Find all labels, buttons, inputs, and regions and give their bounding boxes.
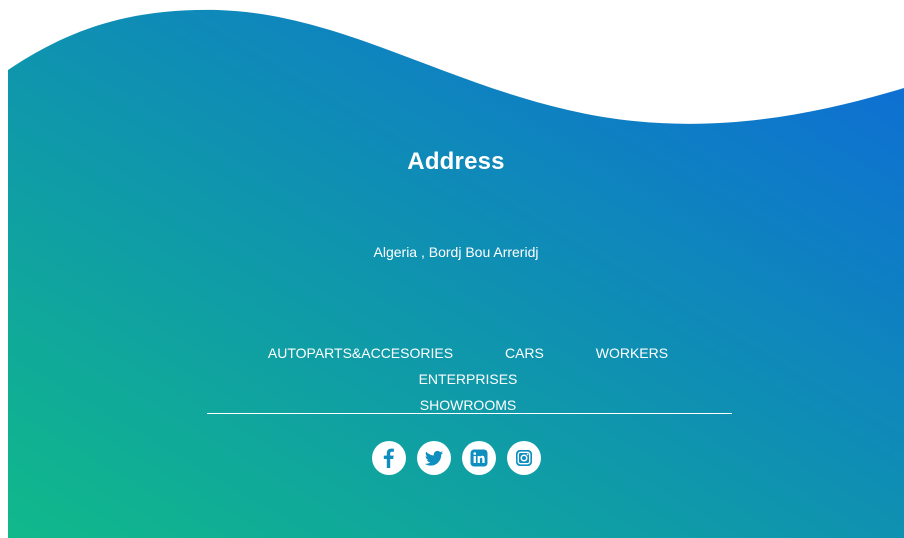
- twitter-icon: [424, 450, 443, 466]
- address-text: Algeria , Bordj Bou Arreridj: [373, 244, 539, 260]
- instagram-icon: [515, 450, 532, 466]
- linkedin-icon: [470, 449, 487, 467]
- nav-link-enterprises[interactable]: ENTERPRISES: [419, 366, 518, 392]
- twitter-button[interactable]: [416, 441, 451, 475]
- nav-link-autoparts[interactable]: AUTOPARTS&ACCESORIES: [268, 340, 453, 366]
- facebook-button[interactable]: [371, 441, 406, 475]
- footer-nav: AUTOPARTS&ACCESORIES CARS WORKERS ENTERP…: [188, 340, 748, 418]
- social-links: [8, 441, 904, 475]
- footer-divider: [207, 413, 732, 414]
- nav-link-cars[interactable]: CARS: [505, 340, 544, 366]
- address-title: Address: [407, 148, 505, 175]
- nav-link-workers[interactable]: WORKERS: [596, 340, 668, 366]
- instagram-button[interactable]: [506, 441, 541, 475]
- facebook-icon: [383, 448, 394, 468]
- linkedin-button[interactable]: [461, 441, 496, 475]
- nav-link-showrooms[interactable]: SHOWROOMS: [420, 392, 516, 418]
- footer: Address Algeria , Bordj Bou Arreridj AUT…: [8, 0, 904, 538]
